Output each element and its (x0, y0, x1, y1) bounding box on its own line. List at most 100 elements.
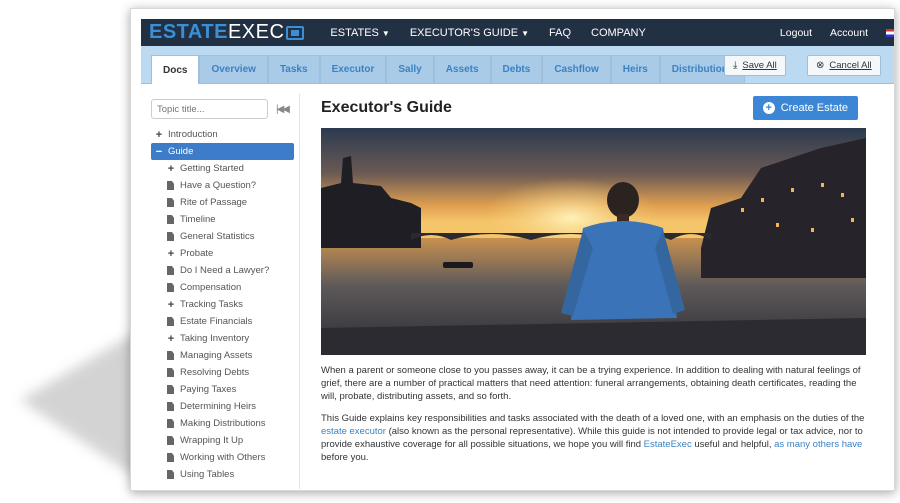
tree-item-label: Compensation (180, 282, 242, 293)
guide-text-4: before you. (321, 452, 369, 463)
expand-icon: + (167, 162, 175, 175)
guide-text-1: This Guide explains key responsibilities… (321, 413, 865, 424)
estateexec-link[interactable]: EstateExec (644, 439, 692, 450)
save-all-button[interactable]: ⤓ Save All (724, 55, 786, 76)
nav-right: Logout Account (780, 19, 894, 46)
tree-item[interactable]: Paying Taxes (151, 381, 294, 398)
tree-item-label: Wrapping It Up (180, 435, 244, 446)
brand-part1: ESTATE (149, 21, 228, 43)
cancel-all-label: Cancel All (829, 60, 872, 71)
expand-icon: + (155, 128, 163, 141)
stage: ESTATE EXEC ESTATES ▼ EXECUTOR'S GUIDE ▼ F… (0, 0, 900, 503)
expand-icon: + (167, 332, 175, 345)
tree-item[interactable]: Working with Others (151, 449, 294, 466)
estate-executor-link[interactable]: estate executor (321, 426, 386, 437)
tree-item[interactable]: Making Distributions (151, 415, 294, 432)
tree-item[interactable]: Compensation (151, 279, 294, 296)
document-icon (167, 470, 174, 479)
many-others-link[interactable]: as many others have (774, 439, 862, 450)
document-icon (167, 436, 174, 445)
document-icon (167, 181, 174, 190)
tree-item-label: Timeline (180, 214, 216, 225)
tree-item[interactable]: + Probate (151, 245, 294, 262)
caret-down-icon: ▼ (381, 28, 390, 38)
tree-item[interactable]: Timeline (151, 211, 294, 228)
tree-item[interactable]: Estate Financials (151, 313, 294, 330)
tab-debts[interactable]: Debts (490, 55, 543, 83)
topic-search-input[interactable] (151, 99, 268, 119)
document-icon (167, 419, 174, 428)
tree-item-label: Determining Heirs (180, 401, 257, 412)
tab-executor[interactable]: Executor (319, 55, 387, 83)
tree-item[interactable]: Resolving Debts (151, 364, 294, 381)
tab-sally[interactable]: Sally (386, 55, 434, 83)
tree-item[interactable]: General Statistics (151, 228, 294, 245)
guide-paragraph: This Guide explains key responsibilities… (321, 412, 866, 464)
tree-item-label: Using Tables (180, 469, 235, 480)
tree-item[interactable]: − Guide (151, 143, 294, 160)
brand-part2: EXEC (227, 21, 285, 43)
main-content: Executor's Guide + Create Estate When a … (321, 94, 866, 463)
top-navbar: ESTATE EXEC ESTATES ▼ EXECUTOR'S GUIDE ▼ F… (141, 19, 894, 46)
tree-item[interactable]: Have a Question? (151, 177, 294, 194)
tree-item-label: Introduction (168, 129, 218, 140)
document-icon (167, 385, 174, 394)
download-icon: ⤓ (733, 60, 738, 71)
tree-item-label: Managing Assets (180, 350, 253, 361)
tree-item-label: Rite of Passage (180, 197, 248, 208)
nav-faq[interactable]: FAQ (549, 27, 571, 39)
tree-item[interactable]: Using Tables (151, 466, 294, 483)
hero-image (321, 128, 866, 355)
document-icon (167, 215, 174, 224)
nav-company[interactable]: COMPANY (591, 27, 646, 39)
document-icon (167, 317, 174, 326)
tree-item[interactable]: Wrapping It Up (151, 432, 294, 449)
decorative-shadow (20, 330, 140, 480)
tab-assets[interactable]: Assets (433, 55, 491, 83)
document-icon (167, 266, 174, 275)
tab-tasks[interactable]: Tasks (267, 55, 320, 83)
nav-executors-guide[interactable]: EXECUTOR'S GUIDE ▼ (410, 27, 529, 39)
tree-item[interactable]: + Tracking Tasks (151, 296, 294, 313)
logo-monitor-icon (286, 25, 305, 40)
nav-estates[interactable]: ESTATES ▼ (330, 27, 389, 39)
tree-item-label: Working with Others (180, 452, 266, 463)
brand-logo[interactable]: ESTATE EXEC (141, 19, 312, 46)
cancel-circle-icon: ⊗ (816, 60, 825, 71)
tab-overview[interactable]: Overview (199, 55, 268, 83)
tree-item-label: Taking Inventory (180, 333, 250, 344)
create-estate-button[interactable]: + Create Estate (752, 96, 858, 120)
tree-item-label: Resolving Debts (180, 367, 250, 378)
tab-cashflow[interactable]: Cashflow (542, 55, 611, 83)
caret-down-icon: ▼ (521, 28, 529, 38)
topic-tree: + Introduction − Guide + Getting Started Have … (151, 126, 294, 483)
sunset-river-photo (321, 128, 866, 355)
document-icon (167, 368, 174, 377)
tree-item[interactable]: + Getting Started (151, 160, 294, 177)
document-icon (167, 283, 174, 292)
tree-item[interactable]: Rite of Passage (151, 194, 294, 211)
logout-link[interactable]: Logout (780, 27, 812, 39)
flag-icon[interactable] (886, 28, 894, 37)
tree-item-label: Have a Question? (180, 180, 257, 191)
document-icon (167, 232, 174, 241)
cancel-all-button[interactable]: ⊗ Cancel All (807, 55, 881, 76)
collapse-sidebar-icon[interactable]: |◀◀ (276, 104, 290, 115)
tree-item[interactable]: Determining Heirs (151, 398, 294, 415)
document-icon (167, 453, 174, 462)
tree-item-label: Estate Financials (180, 316, 253, 327)
tree-item-label: Do I Need a Lawyer? (180, 265, 270, 276)
tab-heirs[interactable]: Heirs (610, 55, 660, 83)
tree-item[interactable]: Do I Need a Lawyer? (151, 262, 294, 279)
save-all-label: Save All (742, 60, 777, 71)
account-link[interactable]: Account (830, 27, 868, 39)
topic-search: |◀◀ (151, 99, 291, 119)
tree-item[interactable]: Managing Assets (151, 347, 294, 364)
document-icon (167, 402, 174, 411)
tree-item[interactable]: + Introduction (151, 126, 294, 143)
tree-item-label: Paying Taxes (180, 384, 237, 395)
tab-bar: Docs Overview Tasks Executor Sally Asset… (141, 46, 894, 84)
tab-docs[interactable]: Docs (151, 55, 200, 84)
tree-item[interactable]: + Taking Inventory (151, 330, 294, 347)
expand-icon: + (167, 247, 175, 260)
